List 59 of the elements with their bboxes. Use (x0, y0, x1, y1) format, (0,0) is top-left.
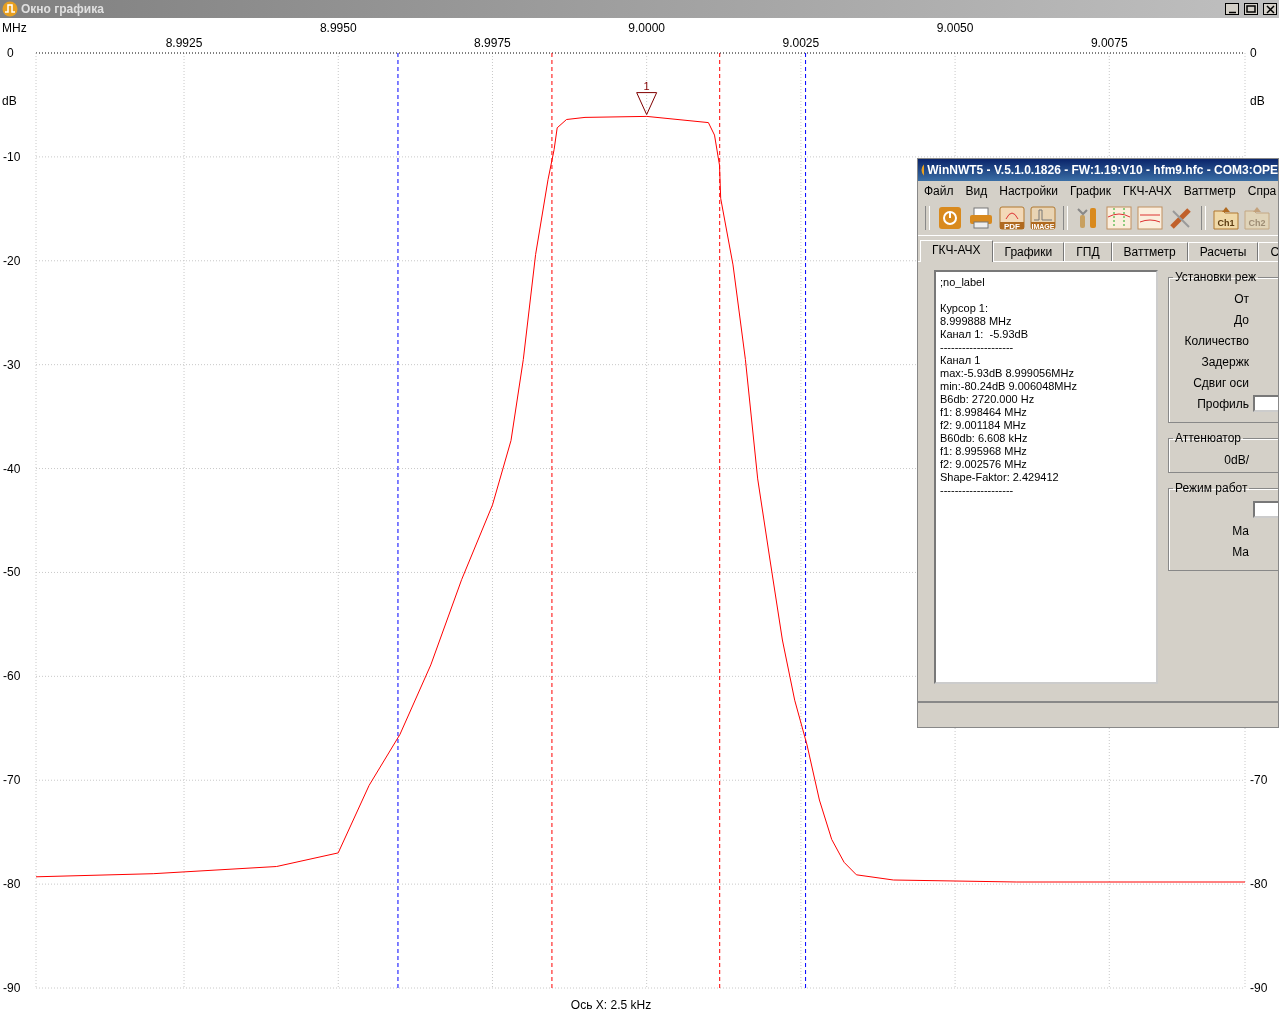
y-unit-label: dB (2, 94, 17, 108)
y-tick-label: -80 (1250, 877, 1268, 892)
result-line: f2: 9.002576 MHz (940, 458, 1028, 471)
x-axis-title: Ось X: 2.5 kHz (570, 998, 652, 1012)
cursor-number: 1 (643, 79, 650, 92)
result-line: max:-5.93dB 8.999056MHz (940, 367, 1075, 380)
y-tick-label: -50 (3, 565, 21, 580)
icon-label: Ch1 (1217, 218, 1235, 228)
y-tick-label: -90 (3, 981, 21, 995)
field-label: От (1233, 291, 1249, 306)
field-label: До (1233, 312, 1249, 327)
result-line: f2: 9.001184 MHz (940, 419, 1027, 432)
result-line: min:-80.24dB 9.006048MHz (940, 380, 1078, 393)
y-tick-label: -80 (3, 877, 21, 892)
x-tick-label: 8.9975 (474, 36, 511, 50)
x-tick-label: 8.9925 (165, 36, 203, 50)
field-label: 0dB/ (1223, 452, 1249, 467)
result-line: Курсор 1: (940, 302, 989, 315)
result-line: f1: 8.995968 MHz (940, 445, 1028, 458)
y-tick-label: 0 (7, 46, 14, 60)
window-title: Окно графика (21, 2, 105, 16)
y-tick-label: -10 (3, 149, 21, 164)
result-line: B6db: 2720.000 Hz (940, 393, 1036, 406)
icon-label: Ch2 (1248, 218, 1266, 228)
y-tick-label: -90 (1250, 981, 1268, 995)
field-label: Ма (1231, 544, 1249, 559)
result-line: 8.999888 MHz (940, 315, 1013, 328)
result-line: -------------------- (940, 484, 1015, 497)
field-label: Задержк (1200, 354, 1249, 369)
result-line: -------------------- (940, 341, 1015, 354)
result-line: B60db: 6.608 kHz (940, 432, 1029, 445)
field-label: Профиль (1196, 396, 1249, 411)
y-tick-label: 0 (1250, 46, 1257, 60)
field-label: Ма (1231, 523, 1249, 538)
y-tick-label: -40 (3, 461, 21, 476)
result-line: Канал 1: -5.93dB (940, 328, 1029, 341)
x-axis-label: 9.0000 (628, 21, 665, 35)
x-unit-label: MHz (2, 21, 27, 35)
x-tick-label: 9.0025 (782, 36, 820, 50)
x-axis-label: 8.9950 (319, 21, 357, 35)
y-tick-label: -30 (3, 357, 21, 372)
group-title: Аттенюатор (1174, 431, 1243, 445)
field-label: Сдвиг оси (1192, 375, 1249, 390)
group-title: Режим работ (1174, 481, 1249, 495)
window-title: WinNWT5 - V.5.1.0.1826 - FW:1.19:V10 - hfm9.hfc - COM3:OPE (927, 163, 1278, 177)
x-axis-label: 9.0050 (936, 21, 974, 35)
result-line: ;no_label (940, 276, 986, 289)
field-label: Количество (1183, 333, 1249, 348)
result-line: Канал 1 (940, 354, 982, 367)
icon-label: PDF (1004, 221, 1020, 231)
result-line: f1: 8.998464 MHz (940, 406, 1028, 419)
y-tick-label: -60 (3, 669, 21, 684)
y-tick-label: -20 (3, 253, 21, 268)
x-tick-label: 9.0075 (1090, 36, 1128, 50)
y-tick-label: -70 (1250, 773, 1268, 788)
y-unit-label: dB (1250, 94, 1265, 108)
y-tick-label: -70 (3, 773, 21, 788)
group-title: Установки реж (1174, 270, 1258, 284)
result-line: Shape-Faktor: 2.429412 (940, 471, 1060, 484)
